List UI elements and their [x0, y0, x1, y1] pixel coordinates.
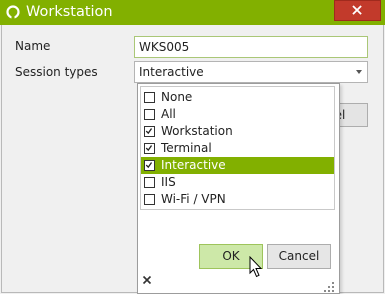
- close-icon: [352, 5, 362, 15]
- chevron-down-icon[interactable]: [356, 70, 362, 74]
- option-label: None: [161, 90, 193, 104]
- option-iis[interactable]: IIS: [141, 174, 334, 191]
- option-label: All: [161, 107, 176, 121]
- checkmark-icon: [145, 128, 153, 135]
- checkbox[interactable]: [144, 92, 155, 103]
- checkmark-icon: [145, 162, 153, 169]
- checkbox-checked[interactable]: [144, 143, 155, 154]
- option-wifi-vpn[interactable]: Wi-Fi / VPN: [141, 191, 334, 208]
- close-button[interactable]: [334, 0, 381, 21]
- option-label: Workstation: [161, 124, 233, 138]
- checkbox-checked[interactable]: [144, 160, 155, 171]
- session-types-label: Session types: [15, 65, 98, 79]
- option-label: Interactive: [161, 158, 226, 172]
- option-label: IIS: [161, 175, 176, 189]
- cancel-button[interactable]: Cancel: [267, 244, 331, 269]
- option-label: Wi-Fi / VPN: [161, 192, 226, 206]
- checkbox[interactable]: [144, 177, 155, 188]
- window-title: Workstation: [26, 4, 113, 20]
- app-icon: [6, 5, 20, 19]
- checkmark-icon: [145, 145, 153, 152]
- title-bar[interactable]: Workstation: [0, 0, 385, 25]
- name-input[interactable]: WKS005: [134, 36, 368, 58]
- option-interactive[interactable]: Interactive: [141, 157, 334, 174]
- session-types-combobox[interactable]: Interactive: [134, 61, 368, 83]
- workstation-window: Workstation Name WKS005 Session types In…: [0, 0, 385, 294]
- option-all[interactable]: All: [141, 106, 334, 123]
- option-none[interactable]: None: [141, 89, 334, 106]
- checkbox[interactable]: [144, 194, 155, 205]
- name-label: Name: [15, 39, 51, 53]
- option-terminal[interactable]: Terminal: [141, 140, 334, 157]
- option-workstation[interactable]: Workstation: [141, 123, 334, 140]
- option-label: Terminal: [161, 141, 212, 155]
- checkbox-checked[interactable]: [144, 126, 155, 137]
- x-icon[interactable]: [142, 275, 152, 285]
- resize-grip-icon[interactable]: [323, 281, 335, 293]
- mouse-pointer-icon: [249, 256, 263, 278]
- checkbox[interactable]: [144, 109, 155, 120]
